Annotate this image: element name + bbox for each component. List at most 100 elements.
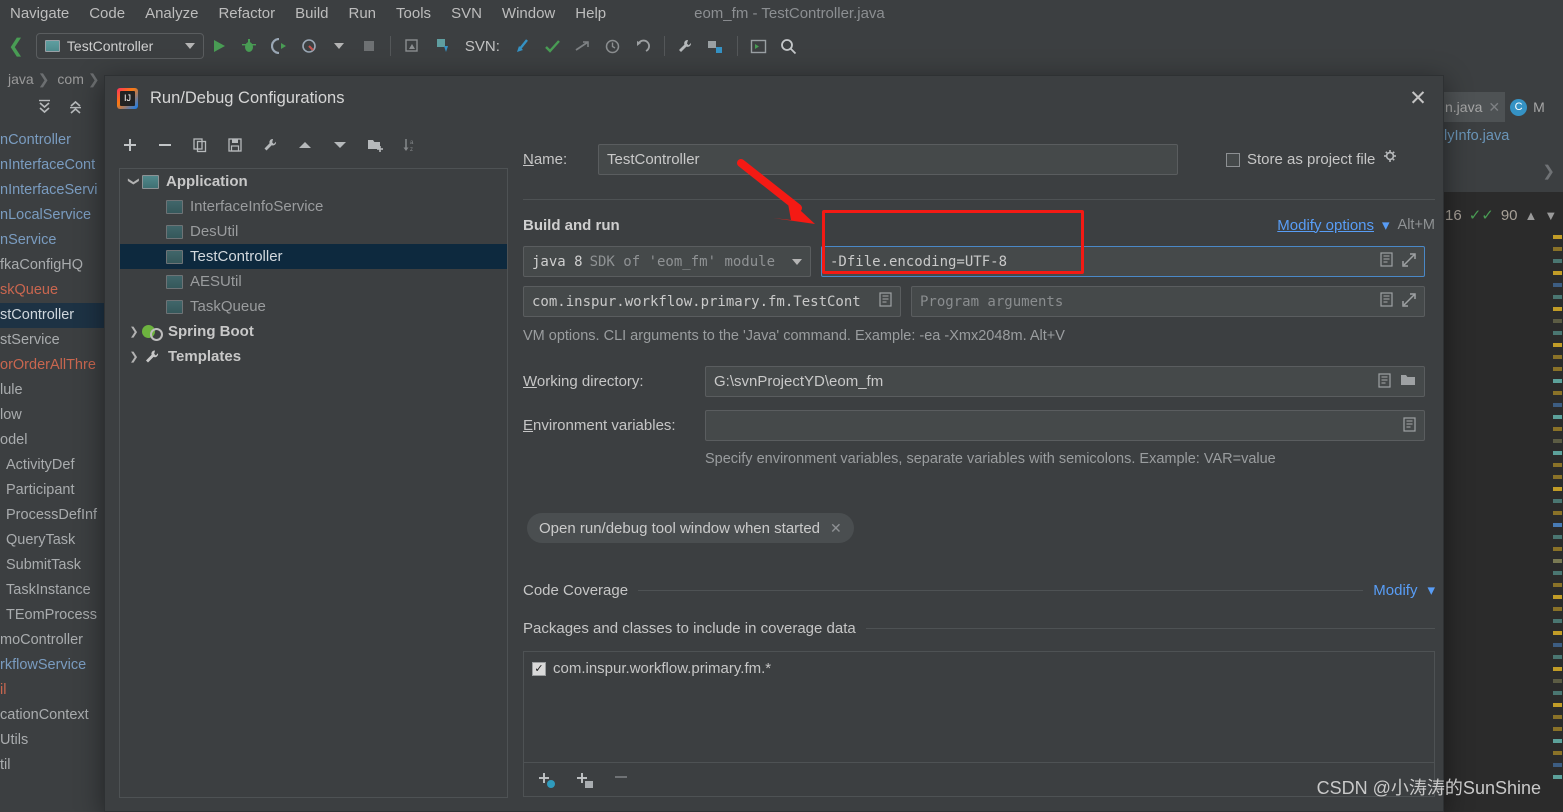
run-configuration-selector[interactable]: TestController — [35, 33, 204, 59]
debug-button[interactable] — [234, 31, 264, 61]
expand-editor-icon[interactable] — [1402, 292, 1416, 311]
project-file-item[interactable]: fkaConfigHQ — [0, 253, 104, 278]
vm-options-input[interactable]: -Dfile.encoding=UTF-8 — [821, 246, 1425, 277]
run-with-coverage-button[interactable] — [264, 31, 294, 61]
menu-analyze[interactable]: Analyze — [135, 5, 208, 22]
edit-templates-icon[interactable] — [259, 134, 281, 156]
tree-item[interactable]: ❯ Spring Boot — [120, 319, 507, 344]
project-file-item[interactable]: ProcessDefInf — [0, 503, 104, 528]
update-project-icon[interactable] — [397, 31, 427, 61]
new-folder-icon[interactable] — [364, 134, 386, 156]
breadcrumb-java[interactable]: java — [0, 71, 38, 87]
folder-browse-icon[interactable] — [1400, 373, 1416, 390]
copy-icon[interactable] — [189, 134, 211, 156]
profile-dropdown-icon[interactable] — [324, 31, 354, 61]
menu-tools[interactable]: Tools — [386, 5, 441, 22]
menu-run[interactable]: Run — [339, 5, 387, 22]
sort-alpha-icon[interactable]: az — [399, 134, 421, 156]
tree-item-selected[interactable]: TestController — [120, 244, 507, 269]
collapse-all-icon[interactable] — [67, 99, 84, 121]
project-file-item[interactable]: Participant — [0, 478, 104, 503]
project-file-item[interactable]: nService — [0, 228, 104, 253]
chevron-down-icon[interactable]: ▾ — [1382, 216, 1390, 234]
move-up-icon[interactable] — [294, 134, 316, 156]
menu-build[interactable]: Build — [285, 5, 338, 22]
add-class-icon[interactable] — [536, 770, 558, 790]
store-as-project-file-checkbox[interactable] — [1226, 152, 1240, 167]
project-file-item[interactable]: cationContext — [0, 703, 104, 728]
modify-options-link[interactable]: Modify options — [1277, 217, 1374, 234]
insert-macro-icon[interactable] — [1380, 292, 1393, 311]
project-file-item[interactable]: TaskInstance — [0, 578, 104, 603]
add-icon[interactable] — [119, 134, 141, 156]
open-tool-window-chip[interactable]: Open run/debug tool window when started … — [527, 513, 854, 543]
close-icon[interactable]: ✕ — [830, 520, 842, 537]
project-file-item[interactable]: SubmitTask — [0, 553, 104, 578]
chevron-down-icon[interactable]: ❯ — [128, 174, 141, 190]
name-input[interactable]: TestController — [598, 144, 1178, 175]
tree-item[interactable]: InterfaceInfoService — [120, 194, 507, 219]
run-button[interactable] — [204, 31, 234, 61]
project-file-item[interactable]: QueryTask — [0, 528, 104, 553]
project-file-item[interactable]: ActivityDef — [0, 453, 104, 478]
terminal-icon[interactable] — [744, 31, 774, 61]
svn-compare-icon[interactable] — [568, 31, 598, 61]
menu-refactor[interactable]: Refactor — [208, 5, 285, 22]
tree-item[interactable]: TaskQueue — [120, 294, 507, 319]
insert-macro-icon[interactable] — [1378, 372, 1391, 391]
profile-button[interactable] — [294, 31, 324, 61]
svn-update-icon[interactable] — [508, 31, 538, 61]
svn-commit-icon[interactable] — [538, 31, 568, 61]
editor-tab-2[interactable]: C M — [1505, 92, 1550, 122]
project-file-item[interactable]: skQueue — [0, 278, 104, 303]
project-file-item[interactable]: til — [0, 753, 104, 778]
project-file-item[interactable]: low — [0, 403, 104, 428]
search-icon[interactable] — [774, 31, 804, 61]
tree-item[interactable]: ❯ Application — [120, 169, 507, 194]
inspection-widget[interactable]: 16 ✓✓ 90 ▲ ▼ — [1445, 200, 1563, 230]
gear-icon[interactable] — [1382, 149, 1398, 170]
svn-history-icon[interactable] — [598, 31, 628, 61]
chevron-down-icon[interactable]: ▾ — [1427, 581, 1435, 599]
menu-svn[interactable]: SVN — [441, 5, 492, 22]
project-structure-icon[interactable] — [701, 31, 731, 61]
project-file-item[interactable]: rkflowService — [0, 653, 104, 678]
program-arguments-input[interactable]: Program arguments — [911, 286, 1425, 317]
edit-env-vars-icon[interactable] — [1403, 416, 1416, 435]
project-file-item[interactable]: stService — [0, 328, 104, 353]
close-icon[interactable]: ✕ — [1403, 83, 1433, 113]
remove-icon[interactable] — [612, 768, 630, 791]
project-file-item[interactable]: il — [0, 678, 104, 703]
main-class-input[interactable]: com.inspur.workflow.primary.fm.TestCont — [523, 286, 901, 317]
browse-class-icon[interactable] — [879, 292, 892, 311]
environment-variables-input[interactable] — [705, 410, 1425, 441]
project-file-item[interactable]: nInterfaceServi — [0, 178, 104, 203]
project-file-item[interactable]: moController — [0, 628, 104, 653]
project-file-item[interactable]: stController — [0, 303, 104, 328]
stop-button[interactable] — [354, 31, 384, 61]
insert-macro-icon[interactable] — [1380, 252, 1393, 271]
expand-editor-icon[interactable] — [1402, 252, 1416, 271]
tree-item[interactable]: DesUtil — [120, 219, 507, 244]
jre-selector[interactable]: java 8 SDK of 'eom_fm' module — [523, 246, 811, 277]
add-package-icon[interactable] — [574, 770, 596, 790]
project-file-item[interactable]: nInterfaceCont — [0, 153, 104, 178]
move-down-icon[interactable] — [329, 134, 351, 156]
configurations-tree[interactable]: ❯ Application InterfaceInfoService DesUtil T… — [119, 168, 508, 798]
tree-item[interactable]: ❯ Templates — [120, 344, 507, 369]
settings-wrench-icon[interactable] — [671, 31, 701, 61]
expand-all-icon[interactable] — [36, 99, 53, 121]
remove-icon[interactable] — [154, 134, 176, 156]
working-directory-input[interactable]: G:\svnProjectYD\eom_fm — [705, 366, 1425, 397]
menu-help[interactable]: Help — [565, 5, 616, 22]
project-file-item[interactable]: odel — [0, 428, 104, 453]
tree-item[interactable]: AESUtil — [120, 269, 507, 294]
close-icon[interactable]: ✕ — [1488, 99, 1500, 116]
project-file-item[interactable]: lule — [0, 378, 104, 403]
chevron-right-icon[interactable]: ❯ — [126, 350, 142, 363]
commit-icon[interactable] — [427, 31, 457, 61]
editor-tab-1[interactable]: n.java ✕ — [1440, 92, 1506, 122]
project-file-list[interactable]: nController nInterfaceCont nInterfaceServi… — [0, 128, 104, 778]
coverage-include-list[interactable]: ✓ com.inspur.workflow.primary.fm.* — [523, 651, 1435, 763]
save-icon[interactable] — [224, 134, 246, 156]
